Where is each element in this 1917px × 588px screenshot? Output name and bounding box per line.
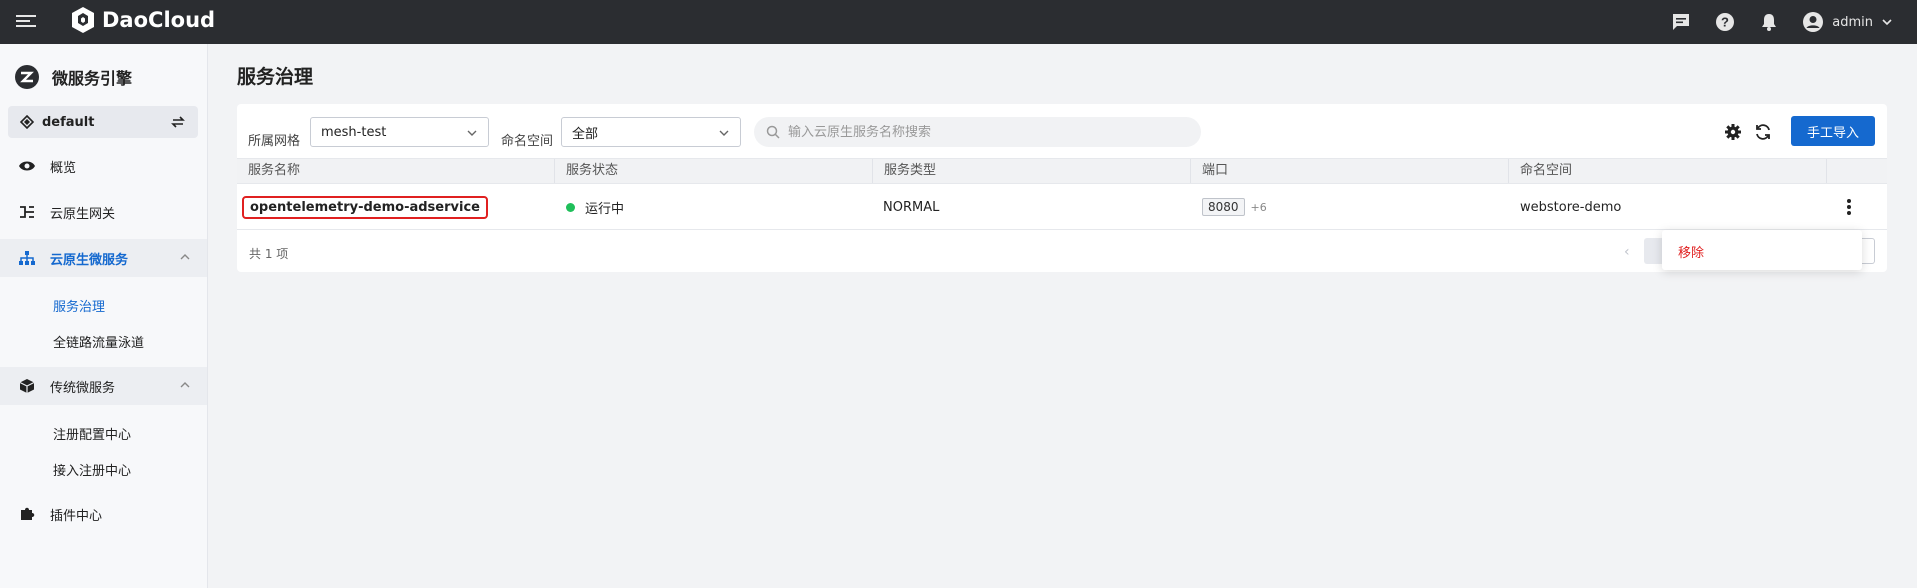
microservice-engine-icon [15,65,39,89]
manual-import-button[interactable]: 手工导入 [1791,116,1875,146]
avatar-icon [1803,12,1824,32]
page-title: 服务治理 [237,66,314,88]
workspace-switcher[interactable]: default [8,106,198,138]
status-running-dot [566,202,575,212]
brand-name: DaoCloud [102,8,216,32]
table-header: 服务名称 服务状态 服务类型 端口 命名空间 [237,158,1887,184]
namespace-filter-label: 命名空间 [501,134,554,149]
column-header-type[interactable]: 服务类型 [873,159,1191,183]
mesh-filter-label: 所属网格 [248,134,301,149]
workspace-name: default [42,114,95,130]
eye-icon [18,157,36,175]
switch-icon[interactable] [170,114,186,130]
user-menu[interactable]: admin [1802,11,1893,33]
chevron-down-icon [467,130,477,136]
username: admin [1832,14,1873,30]
message-icon[interactable] [1670,11,1692,33]
hierarchy-icon [18,249,36,267]
service-name-link[interactable]: opentelemetry-demo-adservice [242,195,488,219]
status-cell: 运行中 [566,184,624,230]
port-more-count[interactable]: +6 [1251,201,1267,214]
port-cell: 8080 +6 [1202,184,1267,230]
sidebar-subitem-service-governance[interactable]: 服务治理 [53,296,105,315]
search-icon [766,125,780,139]
sidebar-item-label: 插件中心 [50,508,103,524]
sidebar-item-gateway[interactable]: 云原生网关 [0,193,207,231]
row-action-menu: 移除 [1662,230,1862,270]
puzzle-icon [18,505,36,523]
svg-text:?: ? [1721,15,1729,30]
sidebar-item-label: 云原生微服务 [50,252,129,268]
workspace-icon [20,115,34,129]
namespace-select[interactable]: 全部 [561,117,741,147]
column-header-service-name[interactable]: 服务名称 [237,159,555,183]
daocloud-logo-icon [72,7,94,33]
namespace-select-value: 全部 [572,126,599,142]
chevron-down-icon [719,130,729,136]
search-box [754,117,1201,147]
module-title: 微服务引擎 [14,64,132,90]
chevron-up-icon [180,382,190,388]
chevron-down-icon [1882,19,1892,26]
sidebar-subitem-access-registry[interactable]: 接入注册中心 [53,460,131,479]
gateway-icon [18,203,36,221]
sidebar-item-label: 云原生网关 [50,206,116,222]
sidebar-item-label: 概览 [50,160,77,176]
mesh-select[interactable]: mesh-test [310,117,489,147]
column-header-status[interactable]: 服务状态 [555,159,873,183]
type-cell: NORMAL [883,199,940,215]
sidebar: 微服务引擎 default 概览 云原生网关 云原生微服务 服务治理 全链路流量… [0,44,208,588]
top-bar: DaoCloud ? admin [0,0,1917,44]
namespace-cell: webstore-demo [1520,199,1622,215]
sidebar-item-plugins[interactable]: 插件中心 [0,495,207,533]
refresh-icon[interactable] [1753,122,1773,142]
sidebar-subitem-traffic-lane[interactable]: 全链路流量泳道 [53,332,144,351]
settings-gear-icon[interactable] [1723,122,1743,142]
service-name-cell: opentelemetry-demo-adservice [242,184,488,230]
column-header-port[interactable]: 端口 [1191,159,1509,183]
sidebar-subitem-registry-config[interactable]: 注册配置中心 [53,424,131,443]
column-header-namespace[interactable]: 命名空间 [1509,159,1827,183]
remove-menu-item[interactable]: 移除 [1678,242,1704,261]
more-actions-icon[interactable] [1841,199,1857,215]
port-tag: 8080 [1202,198,1245,216]
sidebar-item-overview[interactable]: 概览 [0,147,207,185]
status-text: 运行中 [585,201,625,217]
logo[interactable]: DaoCloud [70,6,215,34]
chevron-up-icon [180,254,190,260]
sidebar-item-cloud-native-microservice[interactable]: 云原生微服务 [0,239,207,277]
sidebar-item-traditional-microservice[interactable]: 传统微服务 [0,367,207,405]
sidebar-item-label: 传统微服务 [50,380,116,396]
prev-page-icon[interactable]: ‹ [1624,244,1630,260]
table-row: opentelemetry-demo-adservice 运行中 NORMAL … [237,184,1887,230]
mesh-select-value: mesh-test [321,124,387,140]
notification-bell-icon[interactable] [1758,11,1780,33]
cube-icon [18,377,36,395]
total-count: 共 1 项 [249,247,289,261]
menu-icon[interactable] [16,12,36,32]
module-title-text: 微服务引擎 [52,69,133,88]
help-icon[interactable]: ? [1714,11,1736,33]
service-list-card: 所属网格 mesh-test 命名空间 全部 手工导入 服务名称 服务状态 服务… [237,104,1887,272]
search-input[interactable] [788,124,1188,140]
